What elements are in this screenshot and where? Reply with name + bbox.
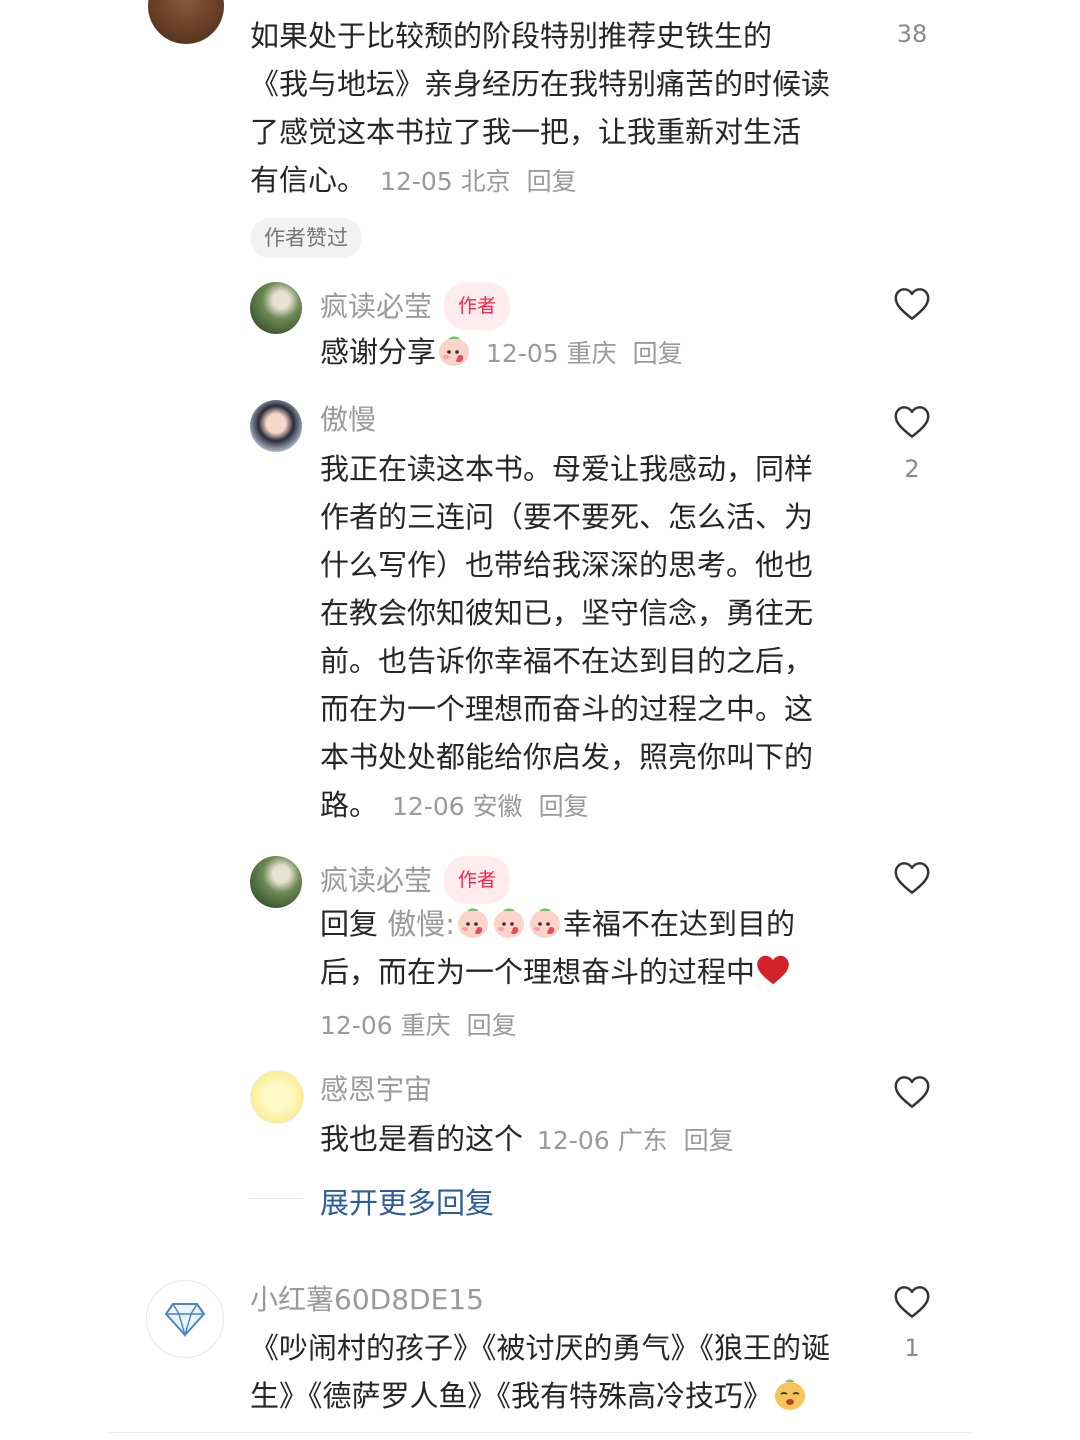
heart-outline-icon[interactable] [893,287,931,321]
reply-button[interactable]: 回复 [633,339,683,368]
blushing-emoji-icon [494,908,525,938]
reply-meta: 12-06 重庆 回复 [320,1006,517,1042]
diamond-icon [165,1303,205,1337]
reply-text-line: 前。也告诉你幸福不在达到目的之后， [320,644,814,678]
author-badge: 作者 [444,856,511,904]
commenter-avatar[interactable] [146,1280,224,1358]
reply-date: 12-06 [392,792,465,821]
reply-date: 12-05 [486,339,559,368]
expand-replies-button[interactable]: 展开更多回复 [320,1180,494,1222]
reply-username[interactable]: 感恩宇宙 [320,1070,432,1110]
commenter-username[interactable]: 小红薯60D8DE15 [250,1280,484,1320]
comment-meta: 12-05 北京 回复 [380,167,577,196]
username-text[interactable]: 疯读必莹 [320,290,432,323]
heart-outline-icon[interactable] [893,1285,931,1319]
reply-avatar[interactable] [250,1070,304,1124]
reply-text: 我正在读这本书。母爱让我感动，同样 作者的三连问（要不要死、怎么活、为 什么写作… [320,445,870,831]
comment-location: 北京 [460,167,511,196]
reply-meta: 12-06 广东 回复 [537,1126,734,1155]
reply-prefix: 回复 [320,907,379,941]
reply-text-line: 后，而在为一个理想奋斗的过程中 [320,955,756,989]
like-count: 38 [896,20,928,48]
reply-text-line: 什么写作）也带给我深深的思考。他也 [320,548,814,582]
reply-text-content: 我也是看的这个 [320,1122,524,1156]
reply-date: 12-06 [320,1011,393,1040]
reply-text-line: 我正在读这本书。母爱让我感动，同样 [320,452,814,486]
reply-text-line: 在教会你知彼知已，坚守信念，勇往无 [320,596,814,630]
comment-text-line: 生》《德萨罗人鱼》《我有特殊高冷技巧》 [250,1379,773,1413]
reply-location: 重庆 [400,1011,451,1040]
reply-button[interactable]: 回复 [527,167,577,196]
reply-username[interactable]: 傲慢 [320,400,376,440]
heart-outline-icon[interactable] [893,405,931,439]
reply-button[interactable]: 回复 [467,1011,517,1040]
reply-text-line: 而在为一个理想而奋斗的过程之中。这 [320,692,814,726]
smug-face-emoji-icon [775,1379,806,1410]
like-count: 2 [904,455,920,483]
red-heart-emoji-icon [757,955,789,985]
comment-text-line: 有信心。 [250,163,367,197]
reply-text-line: 本书处处都能给你启发，照亮你叫下的 [320,740,814,774]
reply-text-line: 幸福不在达到目的 [563,907,796,941]
heart-outline-icon[interactable] [893,861,931,895]
reply-text: 我也是看的这个 12-06 广东 回复 [320,1115,734,1165]
comment-text: 《吵闹村的孩子》《被讨厌的勇气》《狼王的诞 生》《德萨罗人鱼》《我有特殊高冷技巧… [250,1324,870,1420]
comment-text-line: 了感觉这本书拉了我一把，让我重新对生活 [250,115,802,149]
reply-button[interactable]: 回复 [684,1126,734,1155]
reply-username[interactable]: 疯读必莹 作者 [320,856,511,904]
like-count: 1 [904,1334,920,1362]
reply-date: 12-06 [537,1126,610,1155]
divider [108,1432,972,1433]
reply-location: 重庆 [566,339,617,368]
divider [250,1198,302,1199]
reply-username[interactable]: 疯读必莹 作者 [320,282,511,330]
reply-meta: 12-05 重庆 回复 [486,339,683,368]
reply-to-username[interactable]: 傲慢: [387,907,455,941]
comment-text-line: 《我与地坛》亲身经历在我特别痛苦的时候读 [250,67,831,101]
reply-text-line: 路。 [320,788,379,822]
blushing-emoji-icon [530,908,561,938]
heart-outline-icon[interactable] [893,1075,931,1109]
reply-button[interactable]: 回复 [539,792,589,821]
reply-text-line: 作者的三连问（要不要死、怎么活、为 [320,500,814,534]
comment-text-line: 《吵闹村的孩子》《被讨厌的勇气》《狼王的诞 [250,1331,831,1365]
commenter-avatar[interactable] [148,0,224,44]
username-text[interactable]: 疯读必莹 [320,864,432,897]
blushing-emoji-icon [439,336,470,366]
comment-text: 如果处于比较颓的阶段特别推荐史铁生的 《我与地坛》亲身经历在我特别痛苦的时候读 … [250,12,870,206]
reply-text: 感谢分享 12-05 重庆 回复 [320,328,683,378]
reply-text-content: 感谢分享 [320,335,437,369]
reply-location: 安徽 [472,792,523,821]
reply-avatar[interactable] [250,282,302,334]
reply-avatar[interactable] [250,400,302,452]
blushing-emoji-icon [458,908,489,938]
comment-date: 12-05 [380,167,453,196]
comment-text-line: 如果处于比较颓的阶段特别推荐史铁生的 [250,19,773,53]
reply-location: 广东 [617,1126,668,1155]
reply-meta: 12-06 安徽 回复 [392,792,589,821]
reply-avatar[interactable] [250,856,302,908]
author-badge: 作者 [444,282,511,330]
reply-text: 回复 傲慢: 幸福不在达到目的 后，而在为一个理想奋斗的过程中 [320,900,880,996]
author-liked-tag: 作者赞过 [250,218,362,258]
